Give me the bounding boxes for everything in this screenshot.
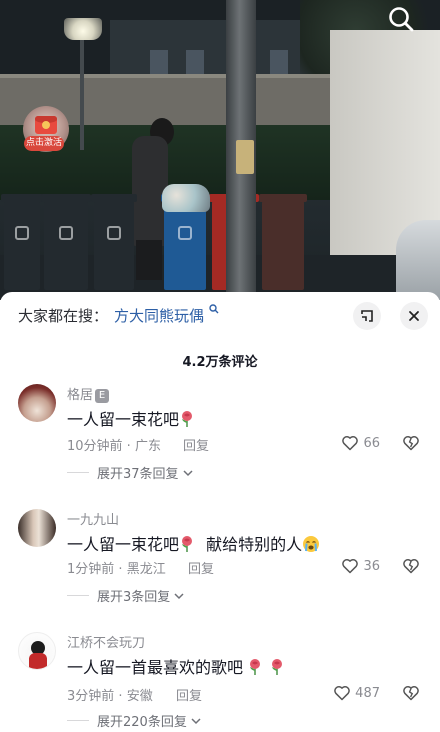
- like-count: 66: [363, 435, 380, 451]
- minimize-icon: [361, 310, 373, 322]
- trending-search-bar: 大家都在搜： 方大同熊玩偶: [0, 292, 440, 338]
- like-count: 36: [363, 558, 380, 574]
- video-scene-lamp-pole: [80, 30, 84, 150]
- comment-meta: 10分钟前 · 广东: [67, 439, 161, 454]
- crying-face-emoji: [303, 536, 320, 552]
- expand-replies-button[interactable]: 展开220条回复: [67, 711, 202, 730]
- comment-text: 一人留一束花吧: [67, 406, 195, 430]
- video-scene-blue-bin: [161, 194, 209, 290]
- video-scene-street-lamp: [64, 18, 102, 40]
- search-icon[interactable]: [386, 4, 418, 36]
- rose-emoji: [182, 411, 193, 427]
- reply-button[interactable]: 回复: [188, 558, 214, 577]
- comment-meta: 1分钟前 · 黑龙江: [67, 562, 166, 577]
- trending-search-label: 大家都在搜：: [18, 307, 109, 325]
- video-scene-window: [186, 50, 204, 74]
- heart-icon: [342, 559, 359, 574]
- video-scene-person-legs: [136, 240, 162, 280]
- chevron-down-icon: [174, 592, 184, 599]
- video-scene-trash-bag: [162, 184, 210, 212]
- search-icon: [209, 304, 219, 314]
- close-icon: [409, 311, 419, 321]
- comment-text: 一人留一束花吧 献给特别的人: [67, 531, 320, 555]
- heart-icon: [334, 686, 351, 701]
- video-scene-bin: [1, 194, 43, 290]
- like-button[interactable]: 487: [333, 684, 380, 702]
- like-button[interactable]: 36: [341, 557, 380, 575]
- comment-text: 一人留一首最喜欢的歌吧: [67, 654, 285, 678]
- video-scene-window: [150, 50, 168, 74]
- close-button[interactable]: [400, 302, 428, 330]
- video-scene-bin: [91, 194, 137, 290]
- reply-button[interactable]: 回复: [176, 685, 202, 704]
- reply-button[interactable]: 回复: [183, 435, 209, 454]
- video-scene-bin: [259, 194, 307, 290]
- author-badge: E: [95, 389, 110, 403]
- expand-replies-button[interactable]: 展开3条回复: [67, 586, 185, 605]
- comments-sheet: 大家都在搜： 方大同熊玩偶 4.2万条评论 格居 E 一人留一束花吧 10分钟前 …: [0, 292, 440, 732]
- comment-meta: 3分钟前 · 安徽: [67, 689, 153, 704]
- comment-username[interactable]: 一九九山: [67, 509, 119, 528]
- video-scene-window: [270, 50, 288, 74]
- video-player[interactable]: 点击激活: [0, 0, 440, 300]
- broken-heart-icon[interactable]: [402, 684, 420, 702]
- like-button[interactable]: 66: [341, 434, 380, 452]
- redpacket-activate-label[interactable]: 点击激活: [24, 136, 64, 151]
- comment-username[interactable]: 格居 E: [67, 384, 110, 403]
- video-scene-bin: [41, 194, 91, 290]
- comment-username[interactable]: 江桥不会玩刀: [67, 632, 145, 651]
- chevron-down-icon: [191, 717, 201, 724]
- minimize-button[interactable]: [353, 302, 381, 330]
- rose-emoji: [182, 536, 193, 552]
- comment-count: 4.2万条评论: [182, 355, 258, 370]
- video-scene-car: [396, 220, 440, 300]
- rose-emoji: [250, 659, 261, 675]
- avatar[interactable]: [18, 632, 56, 670]
- like-count: 487: [355, 685, 380, 701]
- avatar[interactable]: [18, 509, 56, 547]
- rose-emoji: [272, 659, 283, 675]
- broken-heart-icon[interactable]: [402, 434, 420, 452]
- heart-icon: [342, 436, 359, 451]
- trending-search-query[interactable]: 方大同熊玩偶: [114, 305, 204, 326]
- video-scene-building: [110, 20, 330, 80]
- expand-replies-button[interactable]: 展开37条回复: [67, 463, 194, 482]
- chevron-down-icon: [183, 469, 193, 476]
- video-scene-poster: [236, 140, 254, 174]
- avatar[interactable]: [18, 384, 56, 422]
- broken-heart-icon[interactable]: [402, 557, 420, 575]
